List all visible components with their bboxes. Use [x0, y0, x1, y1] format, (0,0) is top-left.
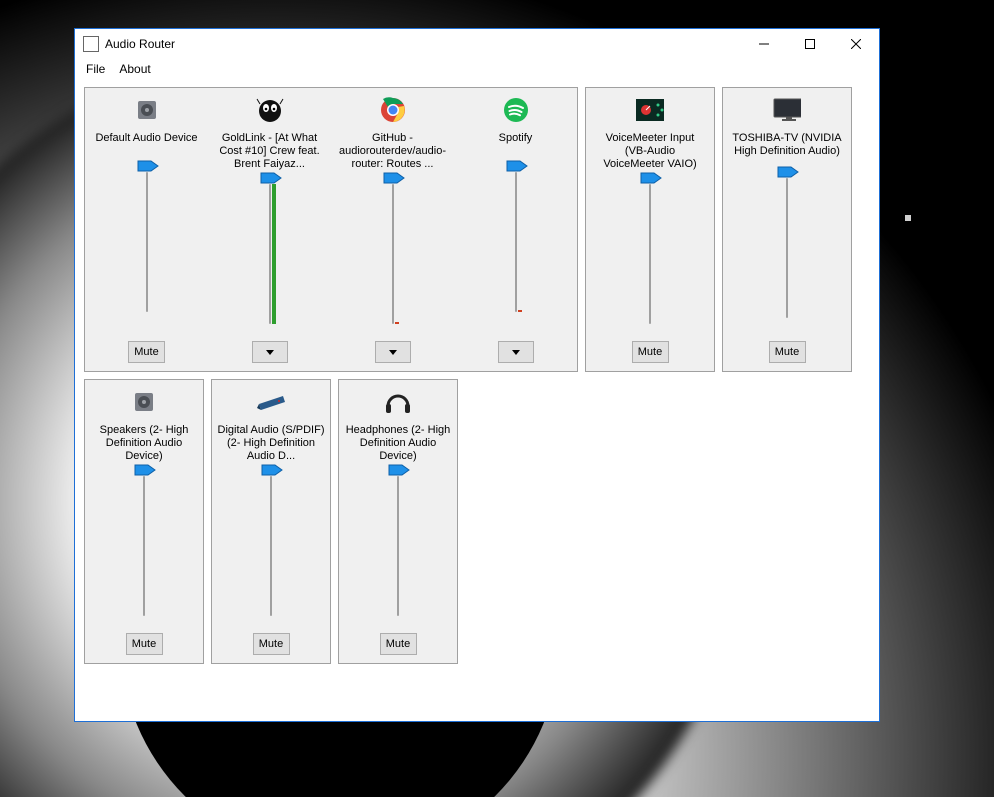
device-group-toshiba: TOSHIBA-TV (NVIDIA High Definition Audio…	[722, 87, 852, 372]
speaker-icon	[133, 96, 161, 124]
session-spotify: Spotify	[454, 88, 577, 371]
session-headphones: Headphones (2- High Definition Audio Dev…	[339, 380, 457, 663]
spdif-icon	[257, 388, 285, 416]
mute-button[interactable]: Mute	[253, 633, 290, 655]
session-voicemeeter: VoiceMeeter Input (VB-Audio VoiceMeeter …	[586, 88, 714, 371]
session-label: Headphones (2- High Definition Audio Dev…	[343, 424, 453, 463]
slider-thumb-icon[interactable]	[137, 160, 159, 172]
volume-slider[interactable]	[269, 184, 271, 324]
volume-slider[interactable]	[515, 172, 517, 312]
device-group-voicemeeter: VoiceMeeter Input (VB-Audio VoiceMeeter …	[585, 87, 715, 372]
session-toshiba: TOSHIBA-TV (NVIDIA High Definition Audio…	[723, 88, 851, 371]
voicemeeter-icon	[636, 96, 664, 124]
slider-thumb-icon[interactable]	[640, 172, 662, 184]
session-label: Speakers (2- High Definition Audio Devic…	[89, 424, 199, 463]
level-meter	[518, 172, 522, 312]
level-meter	[395, 184, 399, 324]
chevron-down-icon	[389, 350, 397, 355]
window-title: Audio Router	[105, 37, 175, 51]
volume-slider[interactable]	[143, 476, 145, 616]
tv-icon	[773, 96, 801, 124]
menu-about[interactable]: About	[112, 61, 157, 77]
chrome-icon	[379, 96, 407, 124]
mute-button[interactable]: Mute	[128, 341, 165, 363]
spotify-icon	[502, 96, 530, 124]
chevron-down-icon	[512, 350, 520, 355]
chevron-down-icon	[266, 350, 274, 355]
menu-file[interactable]: File	[79, 61, 112, 77]
slider-thumb-icon[interactable]	[506, 160, 528, 172]
route-dropdown-button[interactable]	[375, 341, 411, 363]
volume-slider[interactable]	[270, 476, 272, 616]
slider-thumb-icon[interactable]	[777, 166, 799, 178]
session-spdif: Digital Audio (S/PDIF) (2- High Definiti…	[212, 380, 330, 663]
session-default: Default Audio Device Mute	[85, 88, 208, 371]
title-bar[interactable]: Audio Router	[75, 29, 879, 59]
device-group-speakers: Speakers (2- High Definition Audio Devic…	[84, 379, 204, 664]
window-controls	[741, 29, 879, 59]
session-github: GitHub - audiorouterdev/audio-router: Ro…	[331, 88, 454, 371]
speaker-icon	[130, 388, 158, 416]
session-label: Default Audio Device	[95, 132, 197, 146]
slider-thumb-icon[interactable]	[388, 464, 410, 476]
level-meter	[272, 184, 276, 324]
mute-button[interactable]: Mute	[380, 633, 417, 655]
headphones-icon	[384, 388, 412, 416]
session-label: Digital Audio (S/PDIF) (2- High Definiti…	[216, 424, 326, 463]
mute-button[interactable]: Mute	[769, 341, 806, 363]
slider-thumb-icon[interactable]	[383, 172, 405, 184]
device-group-default: Default Audio Device Mute GoldLink - [At…	[84, 87, 578, 372]
session-label: VoiceMeeter Input (VB-Audio VoiceMeeter …	[595, 132, 705, 171]
foobar-icon	[256, 96, 284, 124]
volume-slider[interactable]	[392, 184, 394, 324]
volume-slider[interactable]	[649, 184, 651, 324]
volume-slider[interactable]	[397, 476, 399, 616]
mute-button[interactable]: Mute	[632, 341, 669, 363]
session-label: Spotify	[499, 132, 533, 146]
menu-bar: File About	[75, 59, 879, 78]
slider-thumb-icon[interactable]	[260, 172, 282, 184]
route-dropdown-button[interactable]	[498, 341, 534, 363]
close-button[interactable]	[833, 29, 879, 59]
volume-slider[interactable]	[786, 178, 788, 318]
app-window: Audio Router File About Default Audio D	[74, 28, 880, 722]
session-label: TOSHIBA-TV (NVIDIA High Definition Audio…	[732, 132, 842, 158]
session-label: GoldLink - [At What Cost #10] Crew feat.…	[215, 132, 325, 171]
client-area: Default Audio Device Mute GoldLink - [At…	[78, 81, 876, 718]
app-icon	[83, 36, 99, 52]
session-speakers: Speakers (2- High Definition Audio Devic…	[85, 380, 203, 663]
device-group-spdif: Digital Audio (S/PDIF) (2- High Definiti…	[211, 379, 331, 664]
mute-button[interactable]: Mute	[126, 633, 163, 655]
maximize-button[interactable]	[787, 29, 833, 59]
slider-thumb-icon[interactable]	[134, 464, 156, 476]
session-goldlink: GoldLink - [At What Cost #10] Crew feat.…	[208, 88, 331, 371]
slider-thumb-icon[interactable]	[261, 464, 283, 476]
route-dropdown-button[interactable]	[252, 341, 288, 363]
volume-slider[interactable]	[146, 172, 148, 312]
device-group-headphones: Headphones (2- High Definition Audio Dev…	[338, 379, 458, 664]
session-label: GitHub - audiorouterdev/audio-router: Ro…	[338, 132, 448, 171]
minimize-button[interactable]	[741, 29, 787, 59]
